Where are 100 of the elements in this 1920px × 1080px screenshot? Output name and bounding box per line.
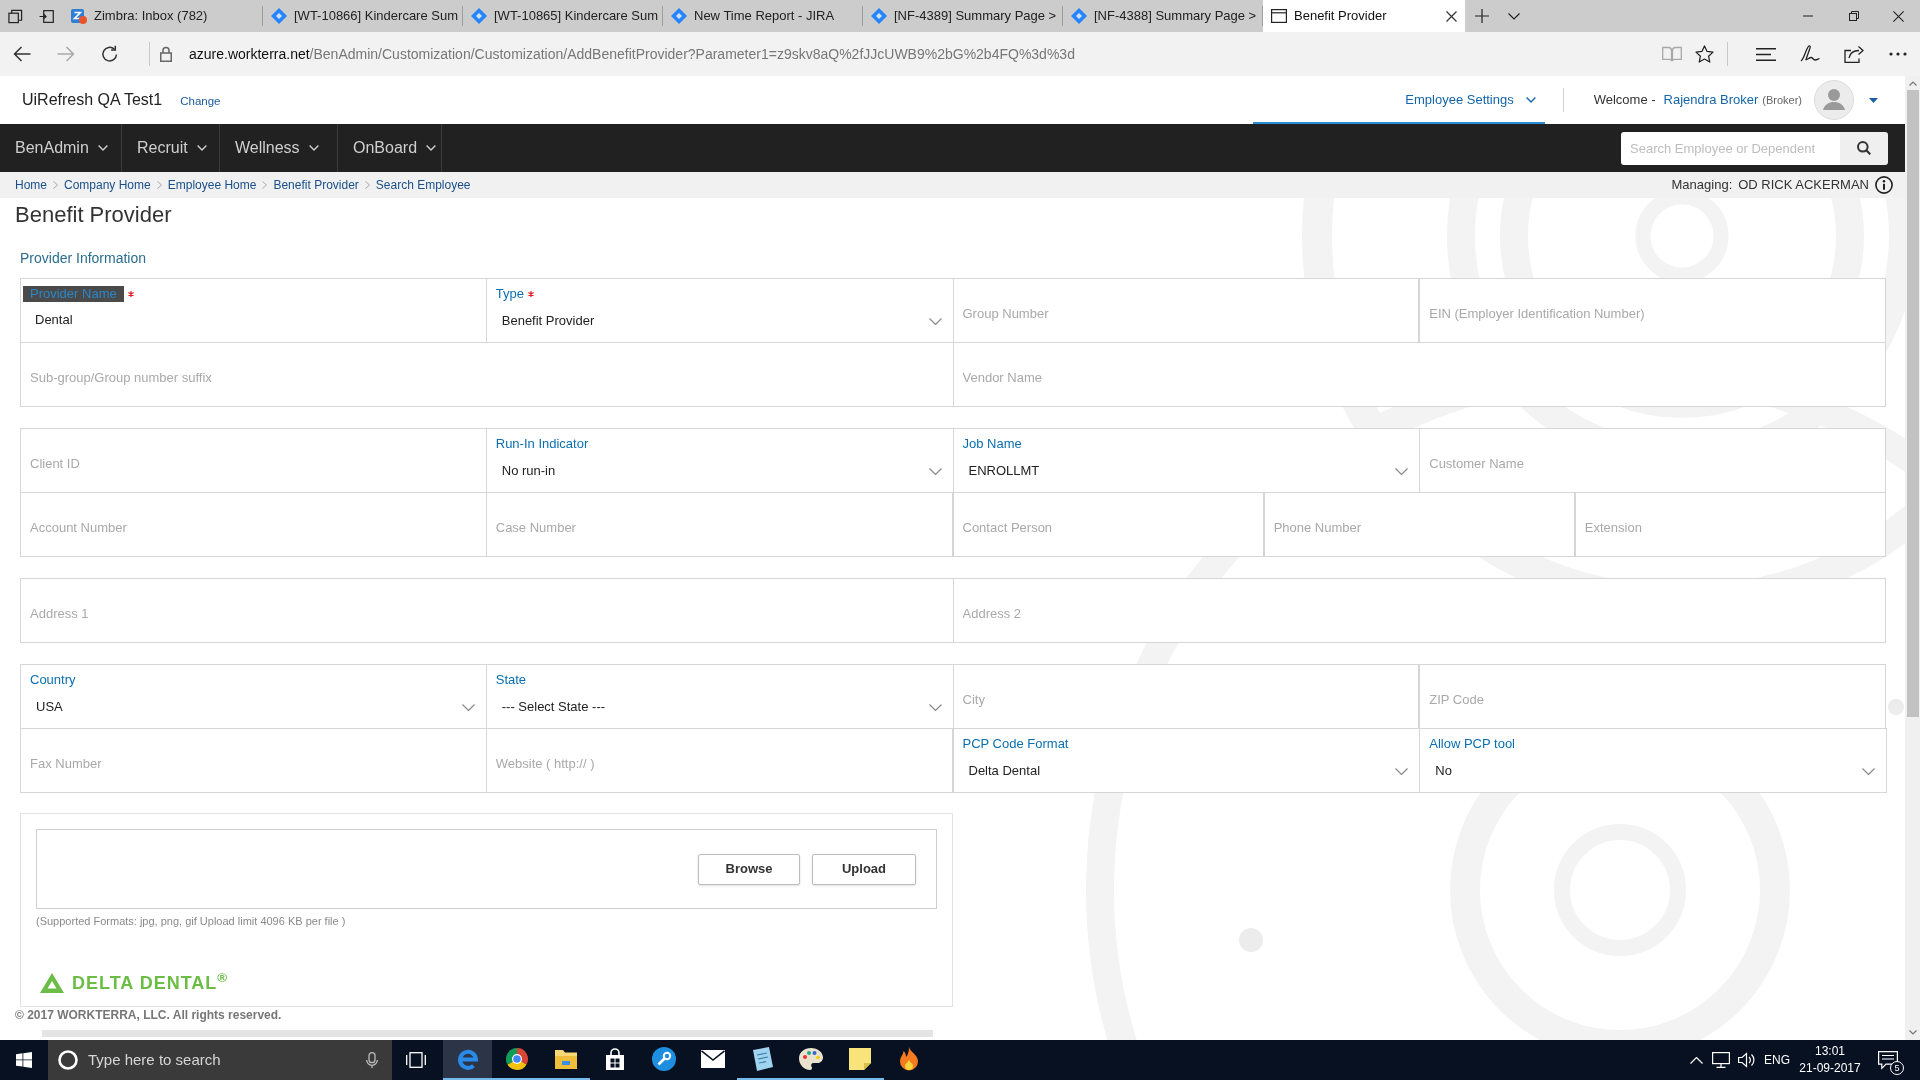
upload-button[interactable]: Upload — [812, 853, 916, 885]
text-field[interactable]: Phone Number — [1263, 492, 1575, 557]
clock-time[interactable]: 13:01 — [1815, 1043, 1845, 1060]
employee-settings-menu[interactable]: Employee Settings — [1405, 90, 1536, 110]
taskbar-search-field[interactable]: Type here to search — [88, 1048, 356, 1072]
dropdown[interactable]: Benefit Provider — [494, 310, 945, 332]
search-field[interactable]: Search Employee or Dependent — [1621, 131, 1840, 165]
monitor-icon[interactable] — [1712, 1052, 1730, 1068]
page-title: Benefit Provider — [15, 201, 172, 229]
field-label: Run-In Indicator — [495, 436, 589, 452]
form-field[interactable]: Allow PCP tool No — [1419, 728, 1887, 793]
browser-tab[interactable]: [WT-10865] Kindercare Sum — [463, 6, 663, 26]
plus-icon[interactable] — [1475, 9, 1489, 23]
breadcrumb-link[interactable]: Benefit Provider — [273, 176, 359, 194]
text-field[interactable]: Group Number — [952, 278, 1420, 343]
search-button[interactable] — [1840, 131, 1888, 165]
form-field[interactable]: PCP Code Format Delta Dental — [952, 728, 1421, 793]
text-field[interactable]: ZIP Code — [1419, 664, 1886, 729]
palette-icon — [798, 1048, 823, 1070]
caret-down-icon[interactable] — [1908, 1030, 1917, 1035]
pen-icon[interactable] — [1800, 44, 1820, 64]
dropdown[interactable]: ENROLLMT — [961, 460, 1412, 482]
text-field[interactable]: Contact Person — [952, 492, 1264, 557]
text-field[interactable]: Account Number — [20, 492, 487, 557]
chevron-down-icon[interactable] — [1508, 12, 1520, 20]
back-arrow-icon[interactable] — [13, 46, 31, 62]
close-icon[interactable] — [1446, 10, 1457, 22]
field-label: Allow PCP tool — [1429, 736, 1515, 752]
list-lines-icon[interactable] — [1756, 47, 1776, 61]
chevron-right-icon — [364, 181, 370, 189]
chevron-down-icon — [308, 145, 319, 151]
text-field[interactable]: Customer Name — [1419, 428, 1886, 493]
message-icon[interactable] — [1878, 1050, 1898, 1070]
field-label: PCP Code Format — [962, 736, 1069, 752]
user-name-link[interactable]: Rajendra Broker — [1663, 90, 1759, 110]
star-icon[interactable] — [1694, 45, 1714, 63]
chevron-up-icon[interactable] — [1689, 1056, 1703, 1064]
language-indicator[interactable]: ENG — [1764, 1051, 1790, 1069]
change-link[interactable]: Change — [180, 92, 221, 111]
task-view-icon[interactable] — [406, 1052, 426, 1068]
company-name: UiRefresh QA Test1 — [22, 90, 163, 110]
text-field[interactable]: Dental — [35, 308, 478, 330]
form-field[interactable]: Country USA — [20, 664, 487, 729]
text-field[interactable]: Extension — [1574, 492, 1886, 557]
browser-tab[interactable]: Zimbra: Inbox (782) — [63, 6, 263, 26]
folder-icon — [553, 1048, 578, 1070]
share-icon[interactable] — [1844, 45, 1864, 63]
logo-text: DELTA DENTAL$^{®}$ — [72, 969, 229, 995]
field-label: State — [495, 672, 527, 688]
dropdown[interactable]: --- Select State --- — [494, 696, 945, 718]
chevron-right-icon — [53, 181, 58, 189]
form-field[interactable]: Job Name ENROLLMT — [952, 428, 1421, 493]
windows-logo-icon[interactable] — [16, 1052, 32, 1068]
form-field[interactable]: Provider Name Dental — [20, 278, 487, 343]
text-field[interactable]: Address 1 — [20, 578, 954, 643]
refresh-icon[interactable] — [101, 45, 119, 63]
caret-up-icon[interactable] — [1908, 81, 1917, 86]
microphone-icon[interactable] — [366, 1052, 378, 1068]
text-field[interactable]: Website ( http:// ) — [485, 728, 953, 793]
browser-tab[interactable]: [WT-10866] Kindercare Sum — [263, 6, 463, 26]
text-field[interactable]: Address 2 — [952, 578, 1886, 643]
breadcrumb-link[interactable]: Home — [15, 176, 47, 194]
set-aside-icon[interactable] — [39, 9, 54, 23]
browse-button[interactable]: Browse — [698, 853, 800, 885]
info-icon[interactable] — [1875, 176, 1893, 194]
browser-tab[interactable]: [NF-4389] Summary Page > — [863, 6, 1063, 26]
ring-icon — [58, 1050, 78, 1070]
notepad-icon — [750, 1047, 773, 1071]
chevron-down-icon — [1525, 97, 1536, 103]
caret-down-icon[interactable] — [1869, 97, 1878, 103]
dropdown[interactable]: USA — [29, 696, 478, 718]
text-field[interactable]: Sub-group/Group number suffix — [20, 342, 954, 407]
envelope-icon — [700, 1050, 725, 1068]
browser-tab[interactable]: Benefit Provider — [1263, 0, 1465, 32]
file-drop-field[interactable]: Browse Upload — [36, 829, 937, 909]
taskbar-app-button[interactable] — [443, 1040, 492, 1080]
avatar-icon[interactable] — [1814, 80, 1854, 120]
more-icon[interactable] — [1889, 52, 1907, 56]
text-field[interactable]: Client ID — [20, 428, 487, 493]
breadcrumb-link[interactable]: Company Home — [64, 176, 151, 194]
text-field[interactable]: Vendor Name — [952, 342, 1886, 407]
browser-tab[interactable]: New Time Report - JIRA — [663, 6, 863, 26]
text-field[interactable]: City — [952, 664, 1420, 729]
dropdown[interactable]: No — [1428, 760, 1878, 782]
clock-date[interactable]: 21-09-2017 — [1799, 1060, 1861, 1077]
chevron-right-icon — [156, 181, 162, 189]
scrollbar-thumb[interactable] — [1906, 90, 1919, 717]
breadcrumb-link[interactable]: Search Employee — [375, 176, 471, 194]
close-icon[interactable] — [1893, 10, 1904, 22]
text-field[interactable]: Case Number — [485, 492, 953, 557]
text-field[interactable]: Fax Number — [20, 728, 487, 793]
breadcrumb-link[interactable]: Employee Home — [167, 176, 257, 194]
taskbar-search-box[interactable]: Type here to search — [48, 1040, 392, 1080]
dropdown[interactable]: Delta Dental — [961, 760, 1412, 782]
text-field[interactable]: EIN (Employer Identification Number) — [1419, 278, 1886, 343]
speaker-icon[interactable] — [1738, 1052, 1756, 1068]
restore-icon[interactable] — [1849, 11, 1859, 21]
dropdown[interactable]: No run-in — [494, 460, 945, 482]
tab-list-icon[interactable] — [7, 8, 23, 24]
field-label: Provider Name — [23, 286, 124, 302]
